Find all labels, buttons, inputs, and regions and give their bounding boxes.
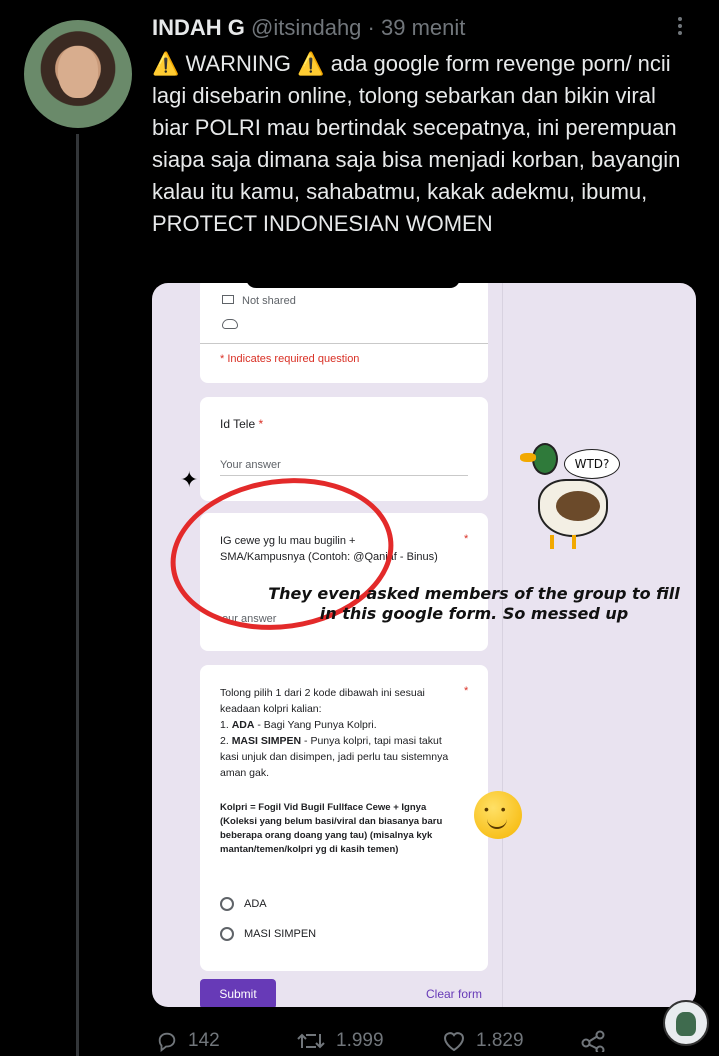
redaction-bar: [246, 268, 460, 288]
smiley-emoji-icon: [474, 791, 522, 839]
mail-icon: [222, 295, 234, 304]
retweet-button[interactable]: 1.999: [296, 1030, 384, 1052]
warning-icon: ⚠️: [152, 51, 180, 76]
required-star: *: [464, 685, 469, 697]
submit-button[interactable]: Submit: [200, 979, 276, 1007]
author-avatar[interactable]: [24, 20, 132, 128]
radio-ada-label: ADA: [244, 898, 267, 910]
retweet-count: 1.999: [336, 1030, 384, 1051]
required-note: * Indicates required question: [220, 353, 360, 365]
radio-ada[interactable]: [220, 897, 234, 911]
image-caption: They even asked members of the group to …: [268, 584, 680, 623]
like-button[interactable]: 1.829: [442, 1030, 524, 1052]
required-star: *: [464, 533, 469, 545]
reply-button[interactable]: 142: [156, 1030, 220, 1052]
reply-count: 142: [188, 1030, 220, 1051]
question-kolpri: Tolong pilih 1 dari 2 kode dibawah ini s…: [220, 687, 449, 779]
form-card-kolpri: Tolong pilih 1 dari 2 kode dibawah ini s…: [200, 665, 488, 971]
warning-icon: ⚠️: [297, 51, 325, 76]
answer-underline: [220, 475, 468, 476]
share-button[interactable]: [580, 1030, 618, 1052]
sparkle-icon: ✦: [180, 467, 199, 492]
duck-leg: [572, 535, 576, 549]
answer-input[interactable]: Your answer: [220, 459, 281, 471]
radio-masi-simpen[interactable]: [220, 927, 234, 941]
retweet-icon: [297, 1033, 325, 1049]
duck-leg: [550, 535, 554, 549]
warning-word: WARNING: [185, 51, 292, 76]
form-card-header: Not shared * Indicates required question: [200, 283, 488, 383]
thread-line: [76, 134, 79, 1056]
duck-beak: [520, 453, 536, 462]
kolpri-note: Kolpri = Fogil Vid Bugil Fullface Cewe +…: [220, 802, 443, 855]
tweet-body: ada google form revenge porn/ ncii lagi …: [152, 51, 681, 236]
clear-form-link[interactable]: Clear form: [426, 987, 482, 1001]
heart-icon: [443, 1032, 465, 1052]
tweet-text: ⚠️ WARNING ⚠️ ada google form revenge po…: [152, 48, 692, 240]
more-icon[interactable]: [672, 14, 688, 40]
divider: [502, 283, 503, 1007]
divider: [200, 343, 488, 344]
separator: ·: [367, 15, 375, 40]
tweet-actions: 142 1.999 1.829: [152, 1026, 622, 1056]
author-handle[interactable]: @itsindahg: [251, 15, 361, 40]
radio-masi-simpen-label: MASI SIMPEN: [244, 928, 317, 940]
cloud-icon: [222, 319, 238, 329]
floating-app-button[interactable]: [663, 1000, 709, 1046]
question-id-tele: Id Tele *: [220, 417, 264, 431]
speech-bubble: WTD?: [564, 449, 620, 479]
tweet-header: INDAH G @itsindahg · 39 menit: [152, 15, 465, 41]
tweet-time[interactable]: 39 menit: [381, 15, 465, 40]
not-shared-label: Not shared: [222, 295, 296, 307]
share-icon: [581, 1030, 605, 1052]
tweet-media-image[interactable]: Not shared * Indicates required question…: [152, 283, 696, 1007]
reply-icon: [158, 1032, 176, 1052]
author-name[interactable]: INDAH G: [152, 15, 245, 40]
like-count: 1.829: [476, 1030, 524, 1051]
duck-wing: [556, 491, 600, 521]
